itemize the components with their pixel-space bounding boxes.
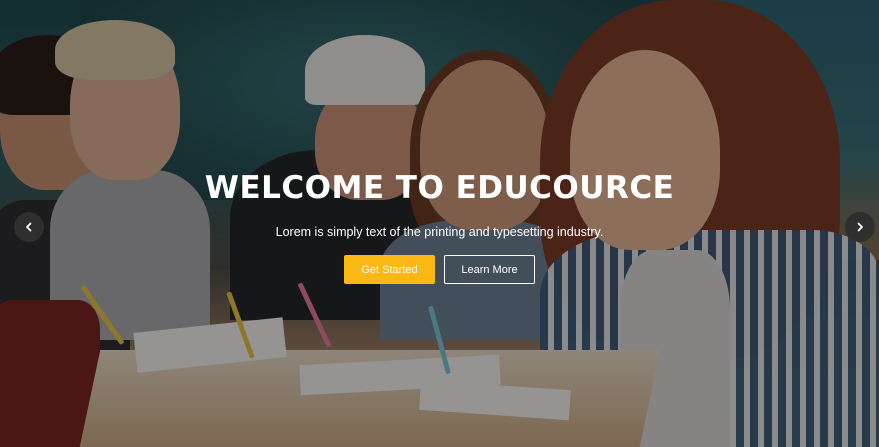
hero-title: WELCOME TO EDUCOURCE xyxy=(204,170,675,206)
hero-subtitle: Lorem is simply text of the printing and… xyxy=(275,225,604,239)
hero-slider: WELCOME TO EDUCOURCE Lorem is simply tex… xyxy=(0,0,879,447)
chevron-left-icon xyxy=(26,222,32,232)
get-started-button[interactable]: Get Started xyxy=(344,255,435,284)
hero-content: WELCOME TO EDUCOURCE Lorem is simply tex… xyxy=(0,168,879,284)
chevron-right-icon xyxy=(857,222,863,232)
carousel-prev-button[interactable] xyxy=(14,212,44,242)
hero-button-group: Get Started Learn More xyxy=(0,255,879,284)
carousel-next-button[interactable] xyxy=(845,212,875,242)
learn-more-button[interactable]: Learn More xyxy=(444,255,535,284)
